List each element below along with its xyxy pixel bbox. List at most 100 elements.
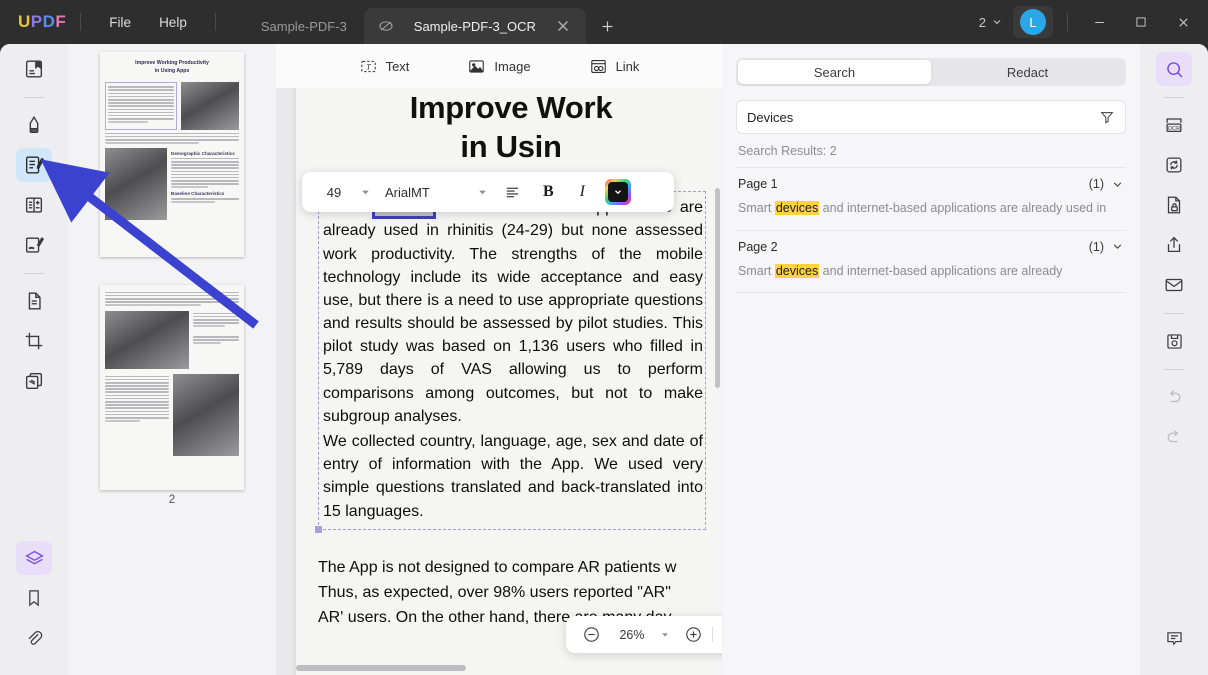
paragraph-text-after: and internet-based applications are alre…: [323, 199, 703, 425]
email-icon: [1163, 274, 1185, 296]
sidebar-item-bookmarks[interactable]: [16, 581, 52, 615]
thumbnail-page-2[interactable]: 2: [100, 285, 244, 506]
new-tab-button[interactable]: [594, 12, 622, 40]
thumb-section-2: Baseline Characteristics: [171, 191, 239, 196]
thumbnail-page-1[interactable]: Improve Working Productivity in Using Ap…: [100, 52, 244, 257]
tab-search[interactable]: Search: [738, 60, 931, 84]
edit-pdf-icon: [23, 154, 45, 176]
avatar: L: [1020, 9, 1046, 35]
sidebar-item-convert[interactable]: [1156, 148, 1192, 182]
snippet-after: and internet-based applications are alre…: [819, 201, 1106, 215]
zoom-level-value[interactable]: 26%: [612, 628, 652, 642]
search-result-snippet[interactable]: Smart devices and internet-based applica…: [736, 261, 1126, 293]
redo-button[interactable]: [1156, 420, 1192, 454]
sidebar-item-share[interactable]: [1156, 228, 1192, 262]
vertical-scrollbar[interactable]: [715, 188, 720, 388]
font-size-value[interactable]: 49: [314, 185, 354, 200]
zoom-in-icon: [684, 625, 703, 644]
text-format-toolbar: 49 ArialMT B I: [302, 172, 674, 212]
logo-letter-p: P: [31, 12, 43, 32]
font-size-dropdown-icon[interactable]: [360, 187, 371, 198]
search-result-count-badge: (1): [1089, 177, 1104, 191]
account-count[interactable]: 2: [973, 11, 1009, 34]
logo-letter-u: U: [18, 12, 31, 32]
chevron-down-icon[interactable]: [1111, 178, 1124, 191]
avatar-button[interactable]: L: [1013, 6, 1053, 38]
sidebar-item-ocr[interactable]: OCR: [1156, 108, 1192, 142]
filter-icon[interactable]: [1099, 109, 1115, 125]
window-controls-group: 2 L: [973, 0, 1208, 44]
sidebar-item-crop[interactable]: [16, 324, 52, 358]
sidebar-item-save[interactable]: [1156, 324, 1192, 358]
search-input-wrapper[interactable]: [736, 100, 1126, 134]
sidebar-item-search[interactable]: [1156, 52, 1192, 86]
edit-tool-label: Link: [616, 59, 640, 74]
zoom-in-button[interactable]: [680, 622, 706, 648]
editable-text-box[interactable]: Smart devices and internet-based applica…: [318, 191, 706, 530]
edit-tool-text[interactable]: T Text: [359, 57, 410, 76]
image-tool-icon: [467, 57, 486, 76]
snippet-before: Smart: [738, 264, 775, 278]
crop-icon: [23, 330, 45, 352]
sidebar-item-reader[interactable]: [16, 52, 52, 86]
edit-tool-label: Image: [494, 59, 530, 74]
close-window-button[interactable]: [1162, 0, 1204, 44]
search-results-count: Search Results: 2: [738, 144, 1124, 158]
sidebar-item-annotate[interactable]: [16, 108, 52, 142]
sidebar-item-convert[interactable]: [16, 284, 52, 318]
sidebar-item-edit-pdf[interactable]: [16, 148, 52, 182]
thumb-title-line2: in Using Apps: [115, 68, 229, 76]
window-controls-divider: [1067, 13, 1068, 31]
zoom-dropdown-icon[interactable]: [660, 630, 670, 640]
right-rail-divider-3: [1164, 369, 1184, 370]
horizontal-scrollbar[interactable]: [296, 665, 466, 671]
document-title-line1: Improve Work: [296, 88, 722, 127]
tab-redact[interactable]: Redact: [931, 60, 1124, 84]
link-tool-icon: [589, 57, 608, 76]
chevron-down-icon[interactable]: [1111, 240, 1124, 253]
right-rail-divider-2: [1164, 313, 1184, 314]
sidebar-item-email[interactable]: [1156, 268, 1192, 302]
sidebar-item-attachments[interactable]: [16, 621, 52, 655]
font-family-value[interactable]: ArialMT: [385, 185, 477, 200]
minimize-button[interactable]: [1078, 0, 1120, 44]
resize-handle-bl[interactable]: [315, 526, 322, 533]
tab-sample-pdf-3[interactable]: Sample-PDF-3: [244, 8, 364, 44]
close-icon[interactable]: [554, 17, 572, 35]
undo-button[interactable]: [1156, 380, 1192, 414]
bookmark-icon: [24, 588, 44, 608]
sidebar-item-protect[interactable]: [1156, 188, 1192, 222]
search-result-snippet[interactable]: Smart devices and internet-based applica…: [736, 198, 1126, 230]
sidebar-item-page-organize[interactable]: [16, 188, 52, 222]
page-thumbnail-panel[interactable]: Improve Working Productivity in Using Ap…: [68, 44, 276, 675]
menu-help[interactable]: Help: [145, 10, 201, 35]
search-result-header[interactable]: Page 1 (1): [736, 168, 1126, 198]
bold-button[interactable]: B: [543, 183, 554, 201]
align-left-icon[interactable]: [504, 184, 521, 201]
menu-file[interactable]: File: [95, 10, 145, 35]
italic-button[interactable]: I: [580, 183, 585, 201]
zoom-out-button[interactable]: [578, 622, 604, 648]
account-count-value: 2: [979, 15, 986, 30]
font-family-dropdown-icon[interactable]: [477, 187, 488, 198]
document-tail-line-2: Thus, as expected, over 98% users report…: [318, 581, 706, 604]
maximize-button[interactable]: [1120, 0, 1162, 44]
right-rail-divider-1: [1164, 97, 1184, 98]
sidebar-item-fill-sign[interactable]: [16, 228, 52, 262]
search-result-header[interactable]: Page 2 (1): [736, 231, 1126, 261]
feedback-comment-icon: [1164, 628, 1185, 649]
svg-text:T: T: [366, 62, 371, 71]
document-paragraph-1: Smart devices and internet-based applica…: [323, 196, 703, 428]
sidebar-item-batch[interactable]: [16, 364, 52, 398]
feedback-button[interactable]: [1156, 621, 1192, 655]
text-color-picker[interactable]: [605, 179, 631, 205]
search-input[interactable]: [747, 110, 1099, 125]
first-page-button[interactable]: [719, 622, 722, 648]
chevron-down-icon: [613, 187, 623, 197]
edit-tool-image[interactable]: Image: [467, 57, 530, 76]
edit-tool-link[interactable]: Link: [589, 57, 640, 76]
close-icon: [1176, 15, 1191, 30]
sidebar-item-layers[interactable]: [16, 541, 52, 575]
tab-sample-pdf-3-ocr[interactable]: Sample-PDF-3_OCR: [364, 8, 586, 44]
undo-icon: [1164, 387, 1184, 407]
